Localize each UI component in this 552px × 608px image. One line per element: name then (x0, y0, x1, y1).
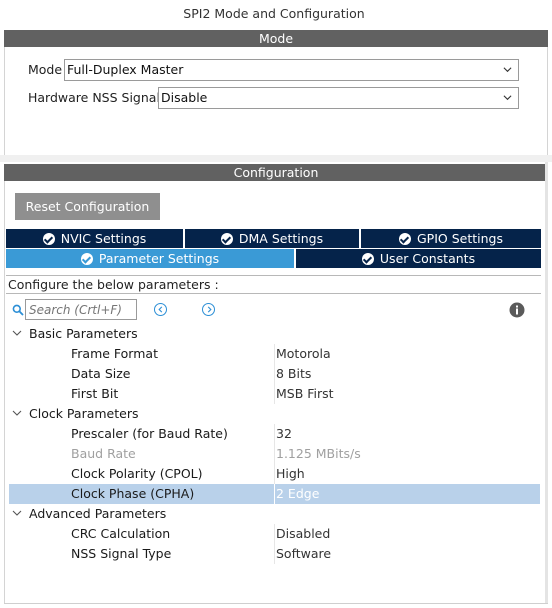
param-value: Disabled (276, 526, 331, 541)
mode-label: Mode (28, 62, 63, 77)
param-value: 1.125 MBits/s (276, 446, 361, 461)
param-row-frame-format[interactable]: Frame Format Motorola (9, 344, 540, 364)
group-label: Advanced Parameters (29, 506, 167, 521)
column-divider (274, 444, 275, 464)
tab-user-constants[interactable]: User Constants (296, 249, 541, 268)
panel-scroll-edge (545, 162, 548, 604)
param-name: CRC Calculation (71, 526, 171, 541)
reset-configuration-button[interactable]: Reset Configuration (15, 193, 160, 220)
configuration-section-header: Configuration (4, 164, 548, 181)
search-previous-button[interactable] (154, 303, 167, 316)
tab-parameter-settings[interactable]: Parameter Settings (6, 249, 294, 268)
search-next-button[interactable] (202, 303, 215, 316)
tab-nvic-settings[interactable]: NVIC Settings (6, 229, 183, 248)
chevron-down-icon (12, 330, 22, 336)
check-circle-icon (399, 233, 411, 245)
param-row-clock-polarity[interactable]: Clock Polarity (CPOL) High (9, 464, 540, 484)
param-value: Software (276, 546, 332, 561)
param-value: Motorola (276, 346, 331, 361)
param-row-crc-calculation[interactable]: CRC Calculation Disabled (9, 524, 540, 544)
column-divider (274, 344, 275, 364)
column-divider (274, 384, 275, 404)
param-row-data-size[interactable]: Data Size 8 Bits (9, 364, 540, 384)
section-divider (0, 155, 552, 162)
param-value: 2 Edge (276, 486, 320, 501)
tab-label: GPIO Settings (417, 231, 503, 246)
chevron-down-icon (12, 410, 22, 416)
chevron-down-icon (503, 95, 512, 101)
column-divider (274, 544, 275, 564)
chevron-down-icon (12, 510, 22, 516)
param-row-baud-rate: Baud Rate 1.125 MBits/s (9, 444, 540, 464)
check-circle-icon (80, 253, 93, 265)
column-divider (274, 524, 275, 544)
search-input[interactable] (25, 299, 137, 320)
nss-select-value: Disable (161, 90, 208, 105)
column-divider (274, 364, 275, 384)
param-name: Baud Rate (71, 446, 136, 461)
tab-label: User Constants (379, 251, 476, 266)
param-name: NSS Signal Type (71, 546, 172, 561)
param-name: Prescaler (for Baud Rate) (71, 426, 228, 441)
param-name: First Bit (71, 386, 119, 401)
check-circle-icon (42, 233, 55, 245)
configure-instruction: Configure the below parameters : (6, 275, 541, 294)
param-value: 8 Bits (276, 366, 312, 381)
mode-select[interactable]: Full-Duplex Master (64, 59, 519, 81)
param-name: Frame Format (71, 346, 158, 361)
group-label: Clock Parameters (29, 406, 139, 421)
tab-label: NVIC Settings (60, 231, 147, 246)
param-value: 32 (276, 426, 292, 441)
column-divider (274, 464, 275, 484)
panel-bottom-border (4, 603, 548, 604)
group-clock-parameters[interactable]: Clock Parameters (9, 404, 540, 424)
group-basic-parameters[interactable]: Basic Parameters (9, 324, 540, 344)
column-divider (274, 484, 275, 504)
nss-label: Hardware NSS Signal (28, 90, 160, 105)
tab-dma-settings[interactable]: DMA Settings (185, 229, 359, 248)
tab-label: DMA Settings (238, 231, 324, 246)
panel-title: SPI2 Mode and Configuration (183, 6, 365, 21)
nss-select[interactable]: Disable (158, 87, 519, 109)
search-icon (12, 304, 24, 316)
chevron-right-icon (207, 306, 212, 313)
mode-select-value: Full-Duplex Master (67, 62, 184, 77)
column-divider (274, 424, 275, 444)
group-advanced-parameters[interactable]: Advanced Parameters (9, 504, 540, 524)
mode-section-header: Mode (4, 30, 548, 47)
param-row-clock-phase[interactable]: Clock Phase (CPHA) 2 Edge (9, 484, 540, 504)
param-value: High (276, 466, 305, 481)
param-row-nss-signal-type[interactable]: NSS Signal Type Software (9, 544, 540, 564)
check-circle-icon (361, 253, 374, 265)
param-row-prescaler[interactable]: Prescaler (for Baud Rate) 32 (9, 424, 540, 444)
check-circle-icon (220, 233, 233, 245)
tab-label: Parameter Settings (98, 251, 220, 266)
chevron-left-icon (158, 306, 163, 313)
param-value: MSB First (276, 386, 334, 401)
param-name: Clock Phase (CPHA) (71, 486, 195, 501)
param-name: Clock Polarity (CPOL) (71, 466, 203, 481)
chevron-down-icon (503, 67, 512, 73)
param-row-first-bit[interactable]: First Bit MSB First (9, 384, 540, 404)
tab-gpio-settings[interactable]: GPIO Settings (361, 229, 541, 248)
info-icon[interactable] (509, 302, 525, 318)
group-label: Basic Parameters (29, 326, 138, 341)
param-name: Data Size (71, 366, 131, 381)
